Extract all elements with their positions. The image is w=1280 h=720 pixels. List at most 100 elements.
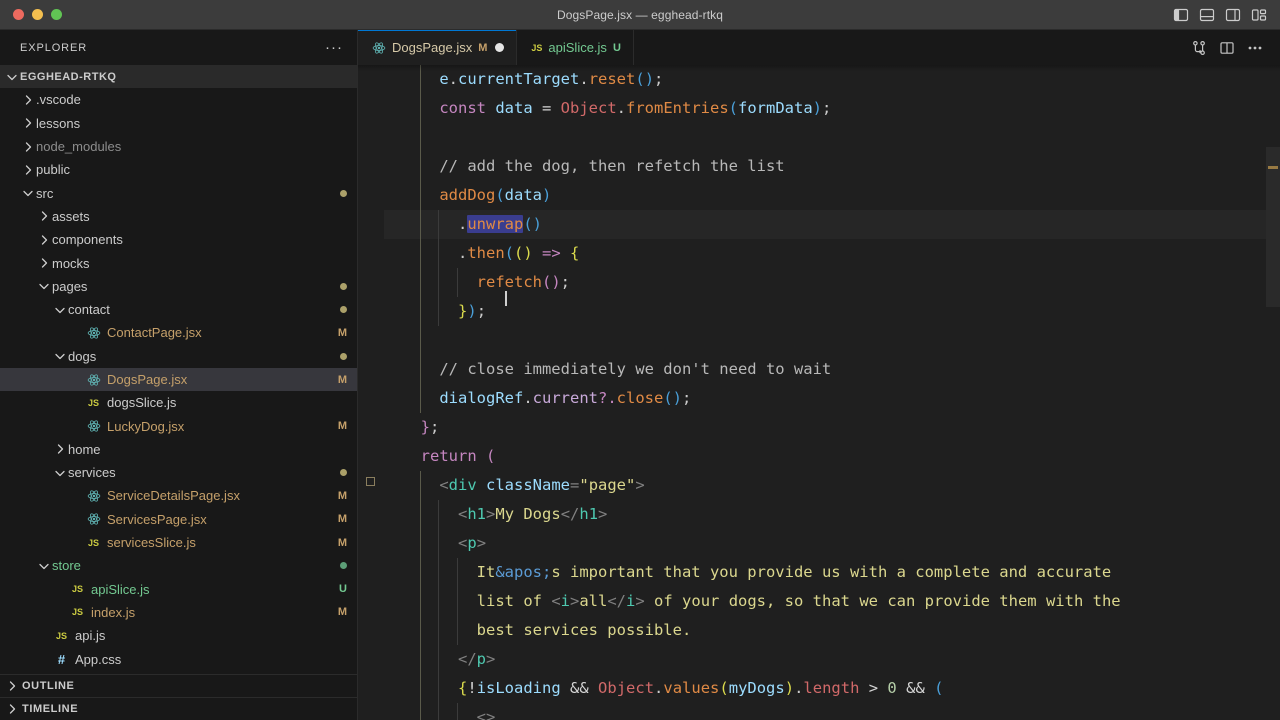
- code-line[interactable]: addDog(data): [384, 181, 1280, 210]
- code-token: ;: [560, 273, 570, 291]
- tree-folder-mocks[interactable]: mocks: [0, 251, 357, 274]
- code-line[interactable]: return (: [384, 442, 1280, 471]
- code-token: reset: [588, 70, 636, 88]
- folder-change-dot: [340, 469, 347, 477]
- code-line[interactable]: });: [384, 291, 1280, 326]
- code-line[interactable]: <p>: [384, 529, 1280, 558]
- code-line[interactable]: .then(() => {: [384, 239, 1280, 268]
- code-content[interactable]: e.currentTarget.reset(); const data = Ob…: [384, 65, 1280, 720]
- tree-folder-store[interactable]: store: [0, 554, 357, 577]
- tree-file-api.js[interactable]: JS api.js: [0, 624, 357, 647]
- tree-folder-components[interactable]: components: [0, 228, 357, 251]
- code-line[interactable]: };: [384, 413, 1280, 442]
- window-traffic-lights[interactable]: [0, 9, 62, 20]
- tree-folder-assets[interactable]: assets: [0, 205, 357, 228]
- tree-folder--vscode[interactable]: .vscode: [0, 88, 357, 111]
- code-line[interactable]: dialogRef.current?.close();: [384, 384, 1280, 413]
- chevron-right-icon: [20, 116, 36, 130]
- code-token: >: [598, 505, 608, 523]
- explorer-more-actions-icon[interactable]: ···: [319, 38, 349, 57]
- tree-folder-lessons[interactable]: lessons: [0, 112, 357, 135]
- file-tree-root[interactable]: EGGHEAD-RTKQ: [0, 65, 357, 89]
- close-window-icon[interactable]: [13, 9, 24, 20]
- customize-layout-icon[interactable]: [1248, 4, 1270, 26]
- tree-folder-node-modules[interactable]: node_modules: [0, 135, 357, 158]
- code-token: (: [504, 244, 515, 262]
- tree-file-dogsslice.js[interactable]: JS dogsSlice.js: [0, 391, 357, 414]
- editor-scrollbar[interactable]: [1266, 147, 1280, 307]
- indent-guide: [456, 268, 458, 297]
- code-token: &&: [570, 679, 589, 697]
- sidebar-section-outline[interactable]: OUTLINE: [0, 674, 357, 697]
- tree-file-servicespage.jsx[interactable]: ServicesPage.jsx M: [0, 508, 357, 531]
- editor-group: DogsPage.jsx M JS apiSlice.js U e.curren…: [358, 30, 1280, 720]
- indent-guide: [438, 558, 440, 587]
- indent-guide: [419, 210, 421, 239]
- editor-gutter[interactable]: [358, 65, 384, 720]
- code-line[interactable]: </p>: [384, 645, 1280, 674]
- tree-file-contactpage.jsx[interactable]: ContactPage.jsx M: [0, 321, 357, 344]
- code-token: i: [626, 592, 636, 610]
- code-line[interactable]: [384, 123, 1280, 152]
- tree-file-index.js[interactable]: JS index.js M: [0, 601, 357, 624]
- file-tree[interactable]: EGGHEAD-RTKQ .vscode lessons node_modules pu…: [0, 65, 357, 674]
- tree-file-apislice.js[interactable]: JS apiSlice.js U: [0, 578, 357, 601]
- overview-ruler[interactable]: [1266, 65, 1280, 720]
- toggle-primary-sidebar-icon[interactable]: [1170, 4, 1192, 26]
- code-token: It: [476, 563, 496, 581]
- code-line[interactable]: <h1>My Dogs</h1>: [384, 500, 1280, 529]
- code-line[interactable]: <div className="page">: [384, 471, 1280, 500]
- tree-file-servicesslice.js[interactable]: JS servicesSlice.js M: [0, 531, 357, 554]
- react-icon: [372, 41, 386, 55]
- layout-controls: [1170, 4, 1280, 26]
- code-line[interactable]: [384, 326, 1280, 355]
- tree-folder-home[interactable]: home: [0, 438, 357, 461]
- code-token: myDogs: [728, 679, 785, 697]
- tree-file-servicedetailspage.jsx[interactable]: ServiceDetailsPage.jsx M: [0, 484, 357, 507]
- code-line[interactable]: refetch();: [384, 268, 1280, 297]
- tree-file-luckydog.jsx[interactable]: LuckyDog.jsx M: [0, 414, 357, 437]
- code-line[interactable]: It&apos;s important that you provide us …: [384, 558, 1280, 587]
- code-line[interactable]: list of <i>all</i> of your dogs, so that…: [384, 587, 1280, 616]
- fold-marker-icon[interactable]: [366, 477, 375, 486]
- toggle-panel-icon[interactable]: [1196, 4, 1218, 26]
- tree-folder-services[interactable]: services: [0, 461, 357, 484]
- chevron-right-icon: [52, 442, 68, 456]
- tree-file-dogspage.jsx[interactable]: DogsPage.jsx M: [0, 367, 357, 392]
- maximize-window-icon[interactable]: [51, 9, 62, 20]
- more-actions-icon[interactable]: [1242, 35, 1268, 61]
- code-tokens: list of <i>all</i> of your dogs, so that…: [402, 592, 1121, 610]
- react-file-icon: [84, 512, 103, 526]
- code-line[interactable]: .unwrap(): [384, 210, 1280, 239]
- code-line[interactable]: e.currentTarget.reset();: [384, 65, 1280, 94]
- code-line[interactable]: // add the dog, then refetch the list: [384, 152, 1280, 181]
- tree-folder-public[interactable]: public: [0, 158, 357, 181]
- sidebar-section-timeline[interactable]: TIMELINE: [0, 697, 357, 720]
- source-control-icon[interactable]: [1186, 35, 1212, 61]
- tree-folder-pages[interactable]: pages: [0, 275, 357, 298]
- minimize-window-icon[interactable]: [32, 9, 43, 20]
- tree-folder-src[interactable]: src: [0, 181, 357, 204]
- split-editor-icon[interactable]: [1214, 35, 1240, 61]
- tab-dirty-indicator[interactable]: [495, 43, 505, 52]
- tree-item-label: dogs: [68, 348, 97, 364]
- code-line[interactable]: {!isLoading && Object.values(myDogs).len…: [384, 674, 1280, 703]
- editor-tab-apislice-js[interactable]: JS apiSlice.js U: [517, 30, 634, 65]
- toggle-secondary-sidebar-icon[interactable]: [1222, 4, 1244, 26]
- code-editor[interactable]: e.currentTarget.reset(); const data = Ob…: [358, 65, 1280, 720]
- tree-folder-dogs[interactable]: dogs: [0, 345, 357, 368]
- tree-item-label: src: [36, 185, 54, 201]
- code-line[interactable]: <>: [384, 703, 1280, 720]
- tree-file-app.css[interactable]: # App.css: [0, 647, 357, 670]
- code-line[interactable]: const data = Object.fromEntries(formData…: [384, 94, 1280, 123]
- indent-guide: [419, 587, 421, 616]
- section-label: TIMELINE: [22, 703, 79, 715]
- editor-tab-dogspage-jsx[interactable]: DogsPage.jsx M: [358, 30, 518, 65]
- code-line[interactable]: // close immediately we don't need to wa…: [384, 355, 1280, 384]
- tree-folder-contact[interactable]: contact: [0, 298, 357, 321]
- code-token: ;: [822, 99, 832, 117]
- code-line[interactable]: best services possible.: [384, 616, 1280, 645]
- tree-item-label: pages: [52, 278, 88, 294]
